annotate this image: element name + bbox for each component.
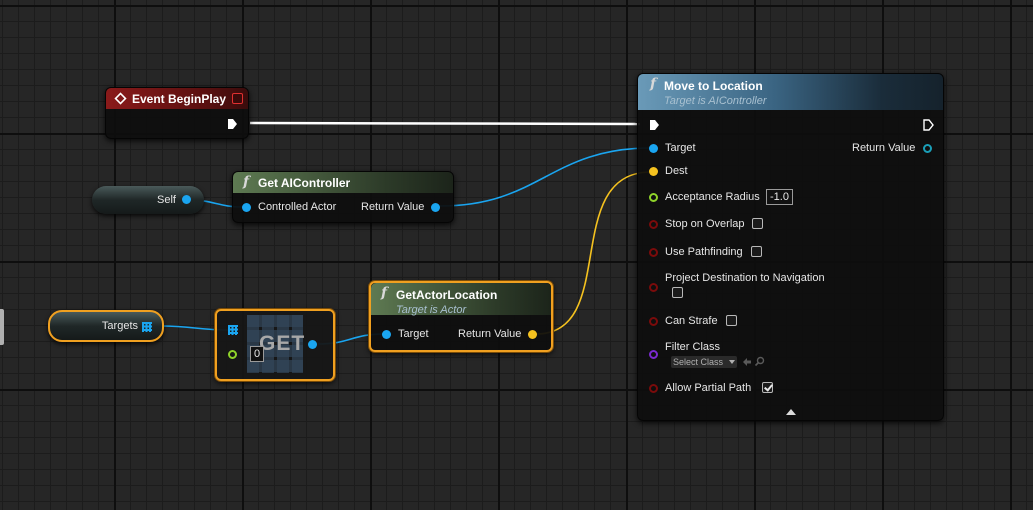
actor-location-target-label: Target	[398, 328, 429, 340]
get-actor-location-subtitle: Target is Actor	[396, 304, 467, 316]
event-begin-play-title: Event BeginPlay	[132, 92, 227, 106]
self-output-pin[interactable]	[182, 195, 191, 204]
project-destination-checkbox[interactable]	[672, 287, 683, 298]
can-strafe-pin[interactable]	[649, 317, 658, 326]
target-pin[interactable]	[649, 144, 658, 153]
self-node[interactable]: Self	[92, 186, 204, 214]
target-label: Target	[665, 142, 696, 154]
return-value-label: Return Value	[852, 142, 916, 154]
get-actor-location-node[interactable]: f GetActorLocation Target is Actor Targe…	[369, 281, 553, 352]
move-to-location-node[interactable]: f Move to Location Target is AIControlle…	[637, 73, 944, 421]
move-to-location-title: Move to Location	[664, 79, 763, 93]
event-begin-play-node[interactable]: Event BeginPlay	[105, 87, 249, 139]
exec-wire[interactable]	[249, 121, 641, 126]
dest-pin[interactable]	[649, 167, 658, 176]
can-strafe-label: Can Strafe	[665, 315, 718, 327]
allow-partial-path-checkbox[interactable]	[762, 382, 773, 393]
stop-on-overlap-pin[interactable]	[649, 220, 658, 229]
dest-label: Dest	[665, 165, 688, 177]
collapse-arrow-icon[interactable]	[786, 408, 796, 415]
exec-in-pin[interactable]	[649, 119, 660, 131]
project-destination-pin[interactable]	[649, 283, 658, 292]
controlled-actor-label: Controlled Actor	[258, 201, 337, 213]
project-destination-label: Project Destination to Navigation	[665, 272, 825, 284]
actor-location-return-pin[interactable]	[528, 330, 537, 339]
move-to-location-header: f Move to Location Target is AIControlle…	[638, 74, 943, 110]
filter-class-select-label: Select Class	[673, 357, 724, 367]
use-pathfinding-pin[interactable]	[649, 248, 658, 257]
controlled-actor-pin[interactable]	[242, 203, 251, 212]
function-icon: f	[243, 174, 250, 190]
browse-search-icon[interactable]	[754, 356, 765, 367]
array-get-node[interactable]: GET 0	[215, 309, 335, 381]
get-output-pin[interactable]	[308, 340, 317, 349]
exec-out-pin[interactable]	[923, 119, 934, 131]
get-label: GET	[259, 332, 306, 355]
location-to-dest-wire[interactable]	[535, 171, 652, 335]
actor-location-return-label: Return Value	[458, 328, 522, 340]
ai-controller-to-target-wire[interactable]	[439, 147, 652, 207]
self-label: Self	[157, 194, 176, 206]
get-actor-location-title: GetActorLocation	[396, 288, 498, 302]
stop-on-overlap-label: Stop on Overlap	[665, 218, 745, 230]
chevron-down-icon	[729, 360, 735, 364]
acceptance-radius-field[interactable]: -1.0	[766, 189, 793, 205]
allow-partial-path-label: Allow Partial Path	[665, 382, 752, 394]
use-pathfinding-label: Use Pathfinding	[665, 246, 743, 258]
index-field[interactable]: 0	[250, 346, 265, 362]
filter-class-pin[interactable]	[649, 350, 658, 359]
can-strafe-checkbox[interactable]	[726, 315, 737, 326]
acceptance-radius-pin[interactable]	[649, 193, 658, 202]
move-to-location-subtitle: Target is AIController	[664, 95, 767, 107]
get-ai-controller-title: Get AIController	[258, 176, 351, 190]
actor-location-target-pin[interactable]	[382, 330, 391, 339]
function-icon: f	[381, 285, 388, 301]
get-ai-controller-header: f Get AIController	[233, 172, 453, 193]
exec-out-pin[interactable]	[227, 118, 238, 130]
use-pathfinding-checkbox[interactable]	[751, 246, 762, 257]
left-edge-handle[interactable]	[0, 309, 4, 345]
targets-label: Targets	[101, 320, 138, 332]
event-begin-play-header: Event BeginPlay	[106, 88, 248, 109]
array-input-icon[interactable]	[228, 325, 238, 335]
use-selected-arrow-icon[interactable]	[742, 357, 752, 367]
allow-partial-path-pin[interactable]	[649, 384, 658, 393]
ai-controller-return-pin[interactable]	[431, 203, 440, 212]
array-grid-icon[interactable]	[142, 322, 152, 332]
breakpoint-icon[interactable]	[232, 93, 243, 104]
acceptance-radius-label: Acceptance Radius	[665, 191, 760, 203]
ai-controller-return-label: Return Value	[361, 201, 425, 213]
diamond-event-icon	[114, 92, 127, 105]
targets-node[interactable]: Targets	[48, 310, 164, 342]
get-ai-controller-node[interactable]: f Get AIController Controlled Actor Retu…	[232, 171, 454, 223]
function-icon: f	[650, 76, 657, 92]
stop-on-overlap-checkbox[interactable]	[752, 218, 763, 229]
filter-class-dropdown[interactable]: Select Class	[671, 356, 737, 368]
filter-class-label: Filter Class	[665, 341, 721, 353]
get-actor-location-header: f GetActorLocation Target is Actor	[371, 283, 551, 316]
index-pin[interactable]	[228, 350, 237, 359]
return-value-pin[interactable]	[923, 144, 932, 153]
